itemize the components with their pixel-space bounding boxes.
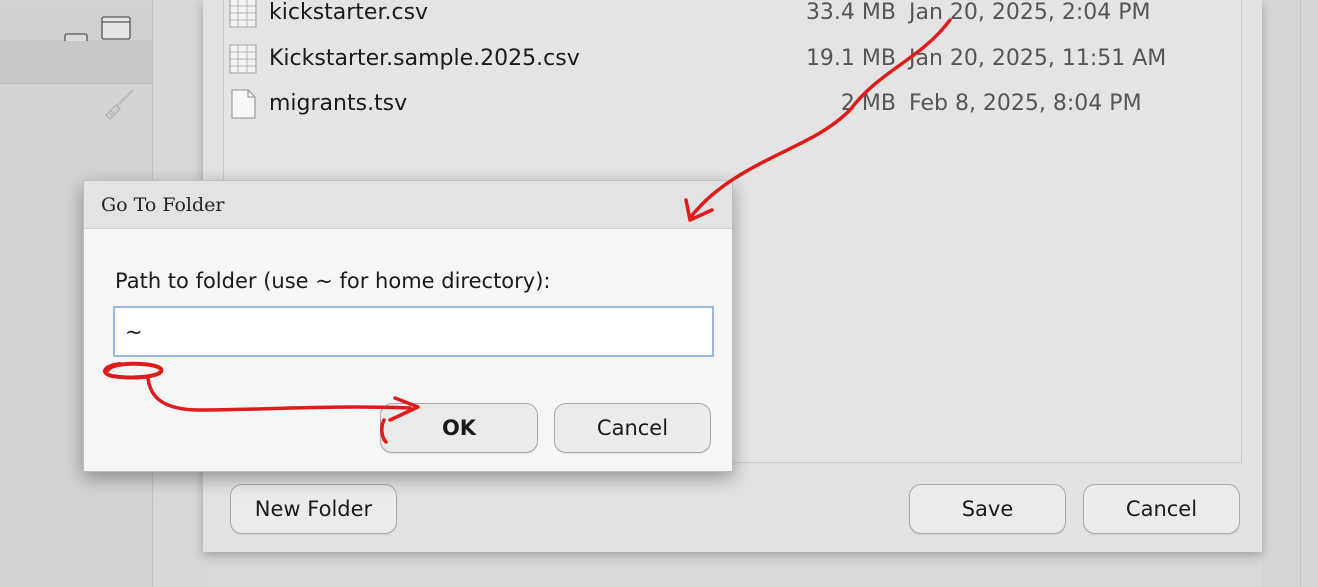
spreadsheet-file-icon bbox=[229, 44, 257, 74]
folder-path-input[interactable] bbox=[113, 306, 714, 357]
file-row-kickstarter-sample[interactable]: Kickstarter.sample.2025.csv 19.1 MB Jan … bbox=[224, 38, 1241, 82]
go-to-folder-dialog: Go To Folder Path to folder (use ~ for h… bbox=[83, 180, 733, 472]
save-button[interactable]: Save bbox=[909, 484, 1066, 534]
broom-icon[interactable] bbox=[100, 89, 136, 121]
dialog-title: Go To Folder bbox=[101, 194, 225, 216]
spreadsheet-file-icon bbox=[229, 0, 257, 28]
file-row-migrants[interactable]: migrants.tsv 2 MB Feb 8, 2025, 8:04 PM bbox=[224, 83, 1241, 127]
file-modified-date: Jan 20, 2025, 2:04 PM bbox=[909, 0, 1151, 25]
pane-header bbox=[0, 8, 152, 43]
file-row-kickstarter[interactable]: kickstarter.csv 33.4 MB Jan 20, 2025, 2:… bbox=[224, 0, 1241, 36]
path-prompt-label: Path to folder (use ~ for home directory… bbox=[115, 269, 551, 293]
file-size: 2 MB bbox=[840, 91, 896, 116]
pane-toolbar bbox=[0, 41, 152, 120]
dialog-title-bar[interactable]: Go To Folder bbox=[84, 181, 732, 229]
file-size: 33.4 MB bbox=[805, 0, 896, 25]
file-name: kickstarter.csv bbox=[269, 0, 429, 25]
divider bbox=[1300, 0, 1301, 587]
text-file-icon bbox=[231, 89, 256, 119]
new-folder-button[interactable]: New Folder bbox=[230, 484, 397, 534]
cancel-button[interactable]: Cancel bbox=[1083, 484, 1240, 534]
file-name: migrants.tsv bbox=[269, 91, 408, 116]
ok-button[interactable]: OK bbox=[380, 403, 538, 453]
file-name: Kickstarter.sample.2025.csv bbox=[269, 46, 580, 71]
file-size: 19.1 MB bbox=[805, 46, 896, 71]
dialog-cancel-button[interactable]: Cancel bbox=[554, 403, 711, 453]
ide-right-edge bbox=[1262, 0, 1318, 587]
file-modified-date: Jan 20, 2025, 11:51 AM bbox=[909, 46, 1167, 71]
maximize-icon[interactable] bbox=[100, 16, 132, 40]
file-modified-date: Feb 8, 2025, 8:04 PM bbox=[909, 91, 1142, 116]
